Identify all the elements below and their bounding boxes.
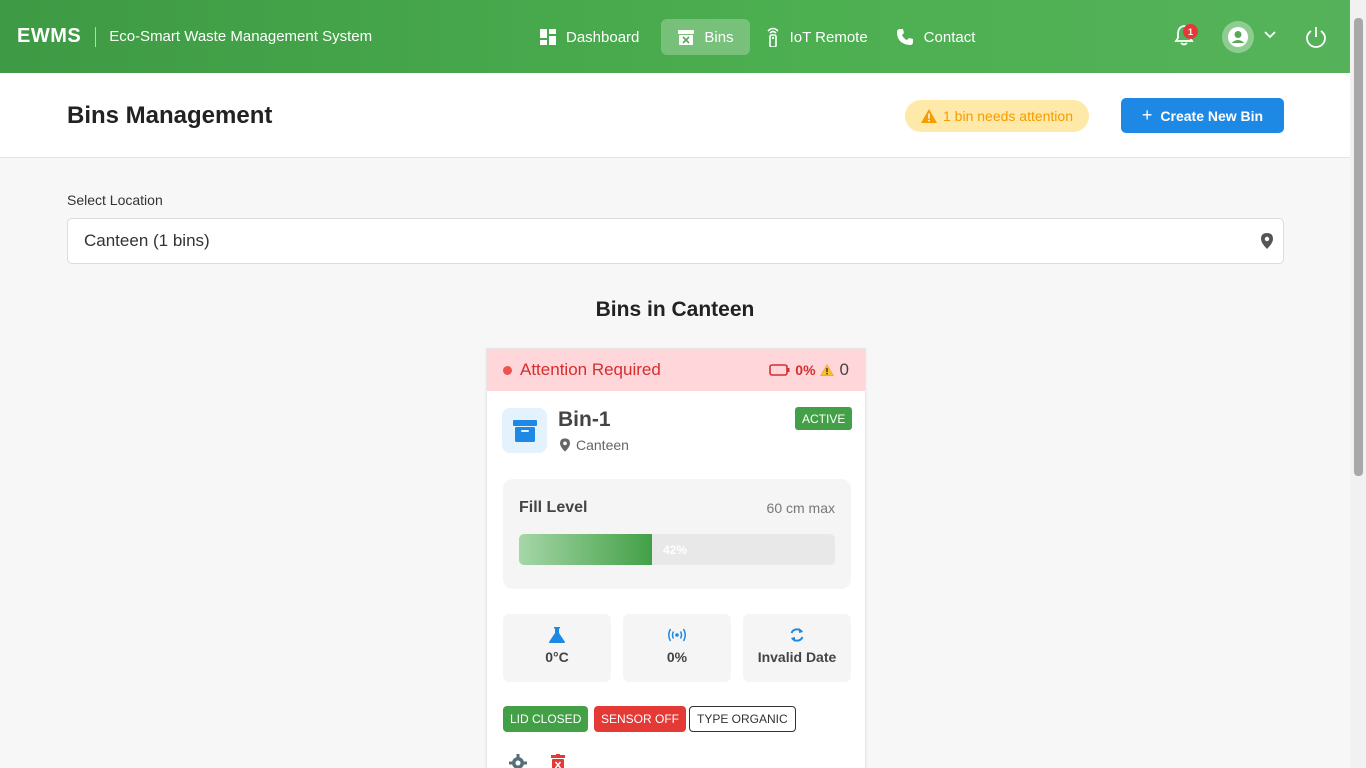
fill-progress-bar — [519, 534, 652, 565]
warning-icon — [819, 364, 834, 376]
nav-bins[interactable]: Bins — [661, 19, 750, 55]
page-title: Bins Management — [67, 102, 273, 129]
archive-bin-icon — [512, 419, 537, 442]
map-pin-icon — [560, 438, 570, 452]
map-pin-icon — [1261, 233, 1273, 249]
warning-icon — [921, 109, 937, 123]
nav-dashboard-label: Dashboard — [566, 28, 640, 46]
bin-avatar — [502, 408, 547, 453]
scrollbar-thumb[interactable] — [1354, 18, 1363, 476]
bin-icon — [678, 30, 695, 45]
battery-status: 0% 0 — [769, 360, 849, 380]
brand-logo[interactable]: EWMS — [17, 25, 81, 48]
battery-icon — [769, 364, 790, 376]
bin-type-chip: TYPE ORGANIC — [689, 706, 796, 732]
create-new-bin-button[interactable]: + Create New Bin — [1121, 98, 1284, 133]
location-select[interactable]: Canteen (1 bins) — [67, 218, 1284, 264]
status-badge: ACTIVE — [795, 407, 853, 430]
main-nav: Dashboard Bins IoT Remote Contact — [530, 19, 987, 55]
nav-iot-remote[interactable]: IoT Remote — [754, 19, 880, 55]
refresh-icon — [790, 628, 804, 642]
nav-contact[interactable]: Contact — [884, 19, 988, 55]
nav-contact-label: Contact — [923, 28, 976, 46]
fill-level-label: Fill Level — [519, 499, 588, 516]
nav-bins-label: Bins — [704, 28, 734, 46]
signal-icon — [668, 628, 686, 642]
power-icon[interactable] — [1305, 26, 1327, 48]
temperature-stat: 0°C — [503, 614, 611, 682]
fill-progress-text: 42% — [663, 543, 688, 557]
remote-icon — [767, 27, 779, 47]
bin-card[interactable]: Attention Required 0% 0 Bin-1 Canteen AC… — [486, 348, 866, 768]
avatar[interactable] — [1222, 21, 1254, 53]
fill-level-panel: Fill Level 60 cm max 42% — [503, 479, 851, 589]
nav-iot-label: IoT Remote — [789, 28, 868, 46]
brand-divider — [95, 26, 97, 47]
last-update-value: Invalid Date — [757, 649, 837, 665]
fill-level-max: 60 cm max — [766, 500, 835, 516]
attention-text: Attention Required — [520, 360, 661, 379]
create-new-bin-label: Create New Bin — [1160, 107, 1264, 124]
user-icon — [1228, 27, 1248, 47]
notification-badge: 1 — [1183, 24, 1198, 39]
alert-dot — [503, 365, 512, 375]
page-header: Bins Management 1 bin needs attention + … — [0, 73, 1350, 158]
gear-icon[interactable] — [509, 754, 527, 768]
section-title: Bins in Canteen — [595, 298, 755, 321]
attention-text: 1 bin needs attention — [943, 108, 1073, 124]
fill-progress-track: 42% — [519, 534, 835, 565]
bin-location-text: Canteen — [576, 437, 629, 453]
sensor-status-chip: SENSOR OFF — [594, 706, 687, 732]
nav-dashboard[interactable]: Dashboard — [530, 19, 651, 55]
signal-stat: 0% — [623, 614, 731, 682]
dashboard-icon — [540, 29, 556, 45]
flask-icon — [549, 627, 565, 643]
phone-icon — [896, 29, 913, 45]
brand-subtitle: Eco-Smart Waste Management System — [109, 28, 373, 45]
chevron-down-icon[interactable] — [1264, 31, 1276, 39]
attention-badge: 1 bin needs attention — [905, 100, 1089, 132]
battery-percent: 0% — [795, 362, 816, 378]
location-selected-value: Canteen (1 bins) — [84, 231, 210, 250]
lid-status-chip: LID CLOSED — [503, 706, 589, 732]
attention-banner: Attention Required 0% 0 — [487, 349, 865, 391]
temperature-value: 0°C — [545, 649, 569, 665]
last-update-stat: Invalid Date — [743, 614, 851, 682]
delete-icon[interactable] — [551, 754, 565, 768]
bin-location: Canteen — [560, 437, 629, 453]
top-navbar: EWMS Eco-Smart Waste Management System D… — [0, 0, 1350, 73]
signal-value: 0% — [666, 649, 688, 665]
plus-icon: + — [1141, 105, 1153, 125]
bin-name: Bin-1 — [558, 408, 611, 431]
scrollbar[interactable] — [1350, 0, 1366, 768]
warning-count: 0 — [839, 360, 849, 379]
location-label: Select Location — [67, 192, 163, 208]
